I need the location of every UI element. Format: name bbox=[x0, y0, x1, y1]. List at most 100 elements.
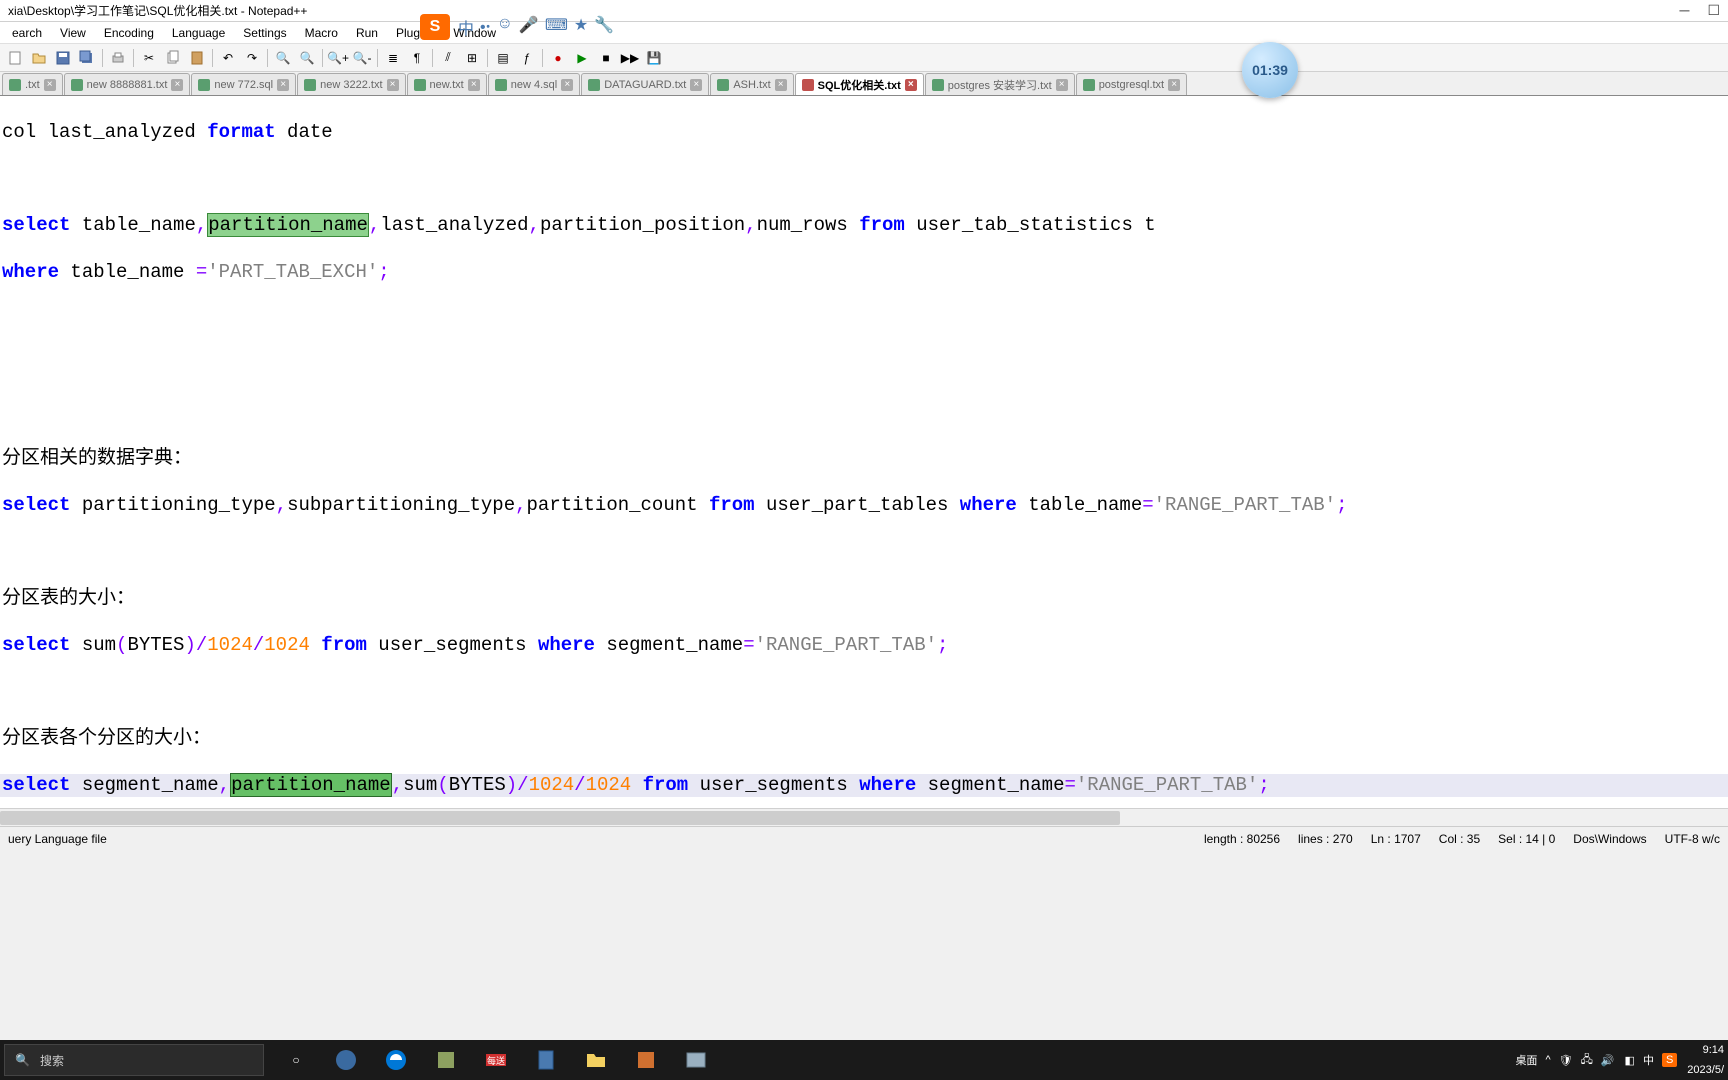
calculator-icon[interactable] bbox=[524, 1042, 568, 1078]
toolbar-separator bbox=[267, 49, 268, 67]
close-icon[interactable]: × bbox=[775, 79, 787, 91]
ime-star-icon[interactable]: ★ bbox=[574, 15, 588, 39]
tab-item[interactable]: ASH.txt× bbox=[710, 73, 793, 95]
close-icon[interactable]: × bbox=[468, 79, 480, 91]
print-icon[interactable] bbox=[107, 47, 129, 69]
record-macro-icon[interactable]: ● bbox=[547, 47, 569, 69]
tab-item[interactable]: .txt× bbox=[2, 73, 63, 95]
play-macro-icon[interactable]: ▶ bbox=[571, 47, 593, 69]
tab-item[interactable]: new.txt× bbox=[407, 73, 487, 95]
undo-icon[interactable]: ↶ bbox=[217, 47, 239, 69]
notepadpp-icon[interactable] bbox=[424, 1042, 468, 1078]
ime-settings-icon[interactable]: 🔧 bbox=[594, 15, 614, 39]
search-placeholder: 搜索 bbox=[40, 1052, 64, 1069]
wordwrap-icon[interactable]: ≣ bbox=[382, 47, 404, 69]
maximize-button[interactable]: ☐ bbox=[1707, 2, 1720, 19]
menu-language[interactable]: Language bbox=[164, 24, 233, 42]
function-list-icon[interactable]: ƒ bbox=[516, 47, 538, 69]
minimize-button[interactable]: ─ bbox=[1680, 2, 1690, 19]
status-encoding: UTF-8 w/c bbox=[1665, 832, 1720, 846]
tray-sogou-icon[interactable]: S bbox=[1662, 1053, 1677, 1067]
close-icon[interactable]: × bbox=[1056, 79, 1068, 91]
zoom-in-icon[interactable]: 🔍+ bbox=[327, 47, 349, 69]
menu-search[interactable]: earch bbox=[4, 24, 50, 42]
scrollbar-thumb[interactable] bbox=[0, 811, 1120, 825]
ime-lang-icon[interactable]: 中 bbox=[458, 15, 474, 39]
file-icon bbox=[198, 79, 210, 91]
cut-icon[interactable]: ✂ bbox=[138, 47, 160, 69]
app-orange-icon[interactable] bbox=[624, 1042, 668, 1078]
cortana-icon[interactable]: ○ bbox=[274, 1042, 318, 1078]
indent-guide-icon[interactable]: ⫽ bbox=[437, 47, 459, 69]
horizontal-scrollbar[interactable] bbox=[0, 808, 1728, 826]
replace-icon[interactable]: 🔍 bbox=[296, 47, 318, 69]
tab-item[interactable]: new 8888881.txt× bbox=[64, 73, 191, 95]
tray-volume-icon[interactable]: 🔊 bbox=[1601, 1054, 1615, 1067]
menu-run[interactable]: Run bbox=[348, 24, 386, 42]
playback-icon[interactable]: ▶▶ bbox=[619, 47, 641, 69]
tabbar: .txt× new 8888881.txt× new 772.sql× new … bbox=[0, 72, 1728, 96]
redo-icon[interactable]: ↷ bbox=[241, 47, 263, 69]
menu-encoding[interactable]: Encoding bbox=[96, 24, 162, 42]
tray-app-icon[interactable]: ◧ bbox=[1625, 1054, 1635, 1067]
find-icon[interactable]: 🔍 bbox=[272, 47, 294, 69]
ime-punct-icon[interactable]: •ꞏ bbox=[480, 15, 491, 39]
menu-view[interactable]: View bbox=[52, 24, 94, 42]
ime-toolbar[interactable]: S 中 •ꞏ ☺ 🎤 ⌨ ★ 🔧 bbox=[420, 14, 614, 40]
tray-desktop-label[interactable]: 桌面 bbox=[1515, 1052, 1537, 1068]
close-icon[interactable]: × bbox=[690, 79, 702, 91]
tab-item[interactable]: new 4.sql× bbox=[488, 73, 580, 95]
status-col: Col : 35 bbox=[1439, 832, 1480, 846]
taskbar-search[interactable]: 🔍 搜索 bbox=[4, 1044, 264, 1076]
tray-date[interactable]: 2023/5/ bbox=[1687, 1064, 1724, 1076]
app-window-icon[interactable] bbox=[674, 1042, 718, 1078]
code-editor[interactable]: col last_analyzed format date select tab… bbox=[0, 96, 1728, 808]
ime-keyboard-icon[interactable]: ⌨ bbox=[545, 15, 568, 39]
open-file-icon[interactable] bbox=[28, 47, 50, 69]
close-icon[interactable]: × bbox=[171, 79, 183, 91]
zoom-out-icon[interactable]: 🔍- bbox=[351, 47, 373, 69]
sogou-logo-icon[interactable]: S bbox=[420, 14, 450, 40]
close-icon[interactable]: × bbox=[1168, 79, 1180, 91]
close-icon[interactable]: × bbox=[561, 79, 573, 91]
explorer-icon[interactable] bbox=[574, 1042, 618, 1078]
tab-item[interactable]: postgresql.txt× bbox=[1076, 73, 1187, 95]
tab-item[interactable]: postgres 安装学习.txt× bbox=[925, 73, 1075, 95]
tray-up-icon[interactable]: ^ bbox=[1545, 1054, 1550, 1066]
new-file-icon[interactable] bbox=[4, 47, 26, 69]
windows-taskbar: 🔍 搜索 ○ 每送 桌面 ^ 🛡 🖧 🔊 ◧ 中 S 9: bbox=[0, 1040, 1728, 1080]
close-icon[interactable]: × bbox=[277, 79, 289, 91]
file-icon bbox=[495, 79, 507, 91]
file-icon bbox=[802, 79, 814, 91]
folder-margin-icon[interactable]: ⊞ bbox=[461, 47, 483, 69]
doc-map-icon[interactable]: ▤ bbox=[492, 47, 514, 69]
tray-shield-icon[interactable]: 🛡 bbox=[1559, 1054, 1573, 1067]
tray-ime-lang[interactable]: 中 bbox=[1643, 1052, 1654, 1068]
file-icon bbox=[9, 79, 21, 91]
tab-item[interactable]: new 3222.txt× bbox=[297, 73, 405, 95]
app-red-icon[interactable]: 每送 bbox=[474, 1042, 518, 1078]
tab-item-active[interactable]: SQL优化相关.txt× bbox=[795, 73, 924, 95]
close-icon[interactable]: × bbox=[44, 79, 56, 91]
app-icon[interactable] bbox=[324, 1042, 368, 1078]
tray-time[interactable]: 9:14 bbox=[1703, 1044, 1724, 1056]
stop-macro-icon[interactable]: ■ bbox=[595, 47, 617, 69]
close-icon[interactable]: × bbox=[905, 79, 917, 91]
copy-icon[interactable] bbox=[162, 47, 184, 69]
tray-network-icon[interactable]: 🖧 bbox=[1581, 1051, 1593, 1070]
tab-item[interactable]: new 772.sql× bbox=[191, 73, 296, 95]
show-all-chars-icon[interactable]: ¶ bbox=[406, 47, 428, 69]
edge-icon[interactable] bbox=[374, 1042, 418, 1078]
toolbar: ✂ ↶ ↷ 🔍 🔍 🔍+ 🔍- ≣ ¶ ⫽ ⊞ ▤ ƒ ● ▶ ■ ▶▶ 💾 bbox=[0, 44, 1728, 72]
save-macro-icon[interactable]: 💾 bbox=[643, 47, 665, 69]
save-all-icon[interactable] bbox=[76, 47, 98, 69]
save-icon[interactable] bbox=[52, 47, 74, 69]
menu-macro[interactable]: Macro bbox=[297, 24, 346, 42]
close-icon[interactable]: × bbox=[387, 79, 399, 91]
ime-voice-icon[interactable]: 🎤 bbox=[519, 15, 539, 39]
file-icon bbox=[717, 79, 729, 91]
menu-settings[interactable]: Settings bbox=[235, 24, 294, 42]
paste-icon[interactable] bbox=[186, 47, 208, 69]
tab-item[interactable]: DATAGUARD.txt× bbox=[581, 73, 709, 95]
ime-emoji-icon[interactable]: ☺ bbox=[497, 15, 513, 39]
